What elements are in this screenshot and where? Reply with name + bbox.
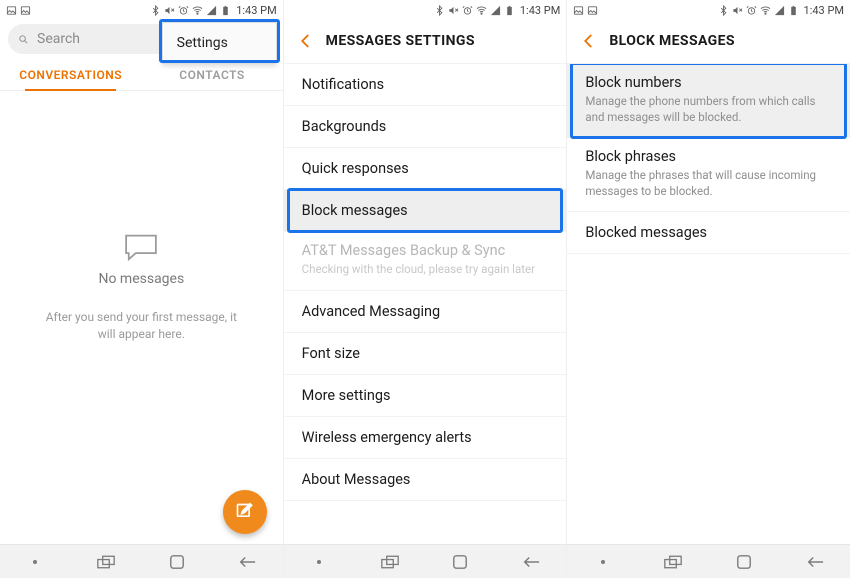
status-time: 1:43 PM [520,4,560,17]
row-block-phrases[interactable]: Block phrases Manage the phrases that wi… [567,138,850,212]
row-advanced-messaging[interactable]: Advanced Messaging [284,291,567,333]
mute-icon [164,5,175,16]
image-icon [6,5,17,16]
nav-bar [284,544,567,578]
tab-conversations[interactable]: CONVERSATIONS [0,58,141,90]
status-bar: 1:43 PM [0,0,283,18]
signal-icon [774,5,785,16]
row-label: Block messages [302,202,408,219]
image-icon [20,5,31,16]
row-label: Block numbers [585,74,832,91]
screen-messages-settings: 1:43 PM MESSAGES SETTINGS Notifications … [284,0,568,578]
mute-icon [732,5,743,16]
compose-icon [235,502,255,522]
status-time: 1:43 PM [236,4,276,17]
messages-empty-icon [123,233,159,261]
alarm-icon [178,5,189,16]
bluetooth-icon [718,5,729,16]
row-about[interactable]: About Messages [284,459,567,501]
nav-menu[interactable] [299,545,339,578]
nav-menu[interactable] [583,545,623,578]
screen-conversations: 1:43 PM Search CONVERSATIONS CONTACTS Se… [0,0,284,578]
bluetooth-icon [434,5,445,16]
battery-icon [788,5,799,16]
settings-list: Notifications Backgrounds Quick response… [284,64,567,544]
screen-block-messages: 1:43 PM BLOCK MESSAGES Block numbers Man… [567,0,850,578]
row-sublabel: Manage the phrases that will cause incom… [585,168,832,199]
search-placeholder: Search [37,31,80,47]
nav-bar [0,544,283,578]
header: BLOCK MESSAGES [567,18,850,64]
signal-icon [490,5,501,16]
nav-menu[interactable] [15,545,55,578]
compose-button[interactable] [223,490,267,534]
signal-icon [206,5,217,16]
chevron-left-icon [297,32,315,50]
image-icon [573,5,584,16]
nav-recents[interactable] [370,545,410,578]
row-sublabel: Checking with the cloud, please try agai… [302,262,549,278]
row-block-messages[interactable]: Block messages [284,190,567,232]
row-label: Block phrases [585,148,832,165]
search-icon [18,34,29,45]
empty-state: No messages After you send your first me… [0,91,283,544]
nav-back[interactable] [795,545,835,578]
row-att-backup: AT&T Messages Backup & Sync Checking wit… [284,232,567,291]
row-wea[interactable]: Wireless emergency alerts [284,417,567,459]
menu-settings[interactable]: Settings [163,23,276,63]
row-quick-responses[interactable]: Quick responses [284,148,567,190]
wifi-icon [192,5,203,16]
row-sublabel: Manage the phone numbers from which call… [585,94,832,125]
status-time: 1:43 PM [804,4,844,17]
header-title: MESSAGES SETTINGS [326,33,475,49]
row-more-settings[interactable]: More settings [284,375,567,417]
empty-title: No messages [98,271,184,287]
row-font-size[interactable]: Font size [284,333,567,375]
row-blocked-messages[interactable]: Blocked messages [567,212,850,254]
row-backgrounds[interactable]: Backgrounds [284,106,567,148]
battery-icon [504,5,515,16]
battery-icon [220,5,231,16]
wifi-icon [760,5,771,16]
row-label: AT&T Messages Backup & Sync [302,242,549,259]
block-list: Block numbers Manage the phone numbers f… [567,64,850,544]
nav-home[interactable] [724,545,764,578]
alarm-icon [746,5,757,16]
back-button[interactable] [573,25,605,57]
nav-recents[interactable] [653,545,693,578]
bluetooth-icon [150,5,161,16]
nav-back[interactable] [227,545,267,578]
nav-back[interactable] [511,545,551,578]
chevron-left-icon [580,32,598,50]
image-icon [587,5,598,16]
nav-bar [567,544,850,578]
status-bar: 1:43 PM [284,0,567,18]
status-bar: 1:43 PM [567,0,850,18]
overflow-menu: Settings [162,22,277,64]
header: MESSAGES SETTINGS [284,18,567,64]
header-title: BLOCK MESSAGES [609,33,735,49]
row-notifications[interactable]: Notifications [284,64,567,106]
row-block-numbers[interactable]: Block numbers Manage the phone numbers f… [567,64,850,138]
mute-icon [448,5,459,16]
nav-home[interactable] [157,545,197,578]
nav-recents[interactable] [86,545,126,578]
alarm-icon [462,5,473,16]
nav-home[interactable] [440,545,480,578]
wifi-icon [476,5,487,16]
back-button[interactable] [290,25,322,57]
empty-subtitle: After you send your first message, it wi… [41,309,241,343]
